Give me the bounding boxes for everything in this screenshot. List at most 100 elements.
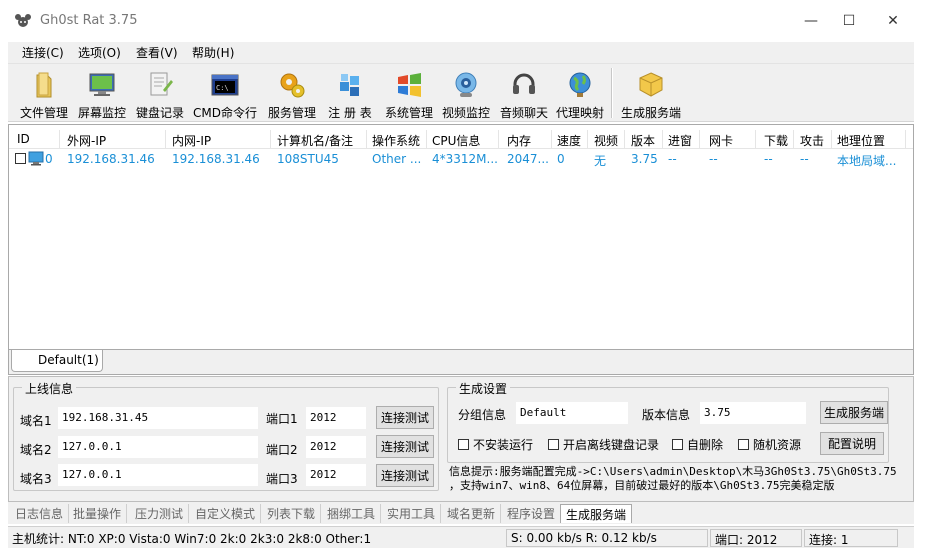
proxy-map-button[interactable]: 代理映射 xyxy=(552,68,608,120)
build-server-button[interactable]: 生成服务端 xyxy=(618,68,684,120)
column-header[interactable]: 操作系统 xyxy=(372,132,420,149)
menu-options[interactable]: 选项(O) xyxy=(78,44,121,61)
column-divider[interactable] xyxy=(624,130,625,148)
column-divider[interactable] xyxy=(165,130,166,148)
menu-connect[interactable]: 连接(C) xyxy=(22,44,64,61)
webcam-icon xyxy=(455,72,477,97)
column-header[interactable]: 攻击 xyxy=(800,132,824,149)
build-settings-title: 生成设置 xyxy=(456,380,511,397)
tab-batch[interactable]: 批量操作 xyxy=(68,504,128,523)
toolbar-label: CMD命令行 xyxy=(193,106,257,120)
registry-button[interactable]: 注 册 表 xyxy=(322,68,378,120)
host-stats: 主机统计: NT:0 XP:0 Vista:0 Win7:0 2k:0 2k3:… xyxy=(12,532,372,546)
listen-port: 端口: 2012 xyxy=(710,529,802,547)
connection-count: 连接: 1 xyxy=(804,529,898,547)
domain3-label: 域名3 xyxy=(20,472,52,486)
column-header[interactable]: 版本 xyxy=(631,132,655,149)
column-divider[interactable] xyxy=(831,130,832,148)
port2-input[interactable]: 2012 xyxy=(306,436,366,458)
tab-list-download[interactable]: 列表下载 xyxy=(262,504,322,523)
keylogger-button[interactable]: 键盘记录 xyxy=(132,68,188,120)
cell-cpu: 4*3312M... xyxy=(432,152,498,166)
column-header[interactable]: 内存 xyxy=(507,132,531,149)
tab-domain-update[interactable]: 域名更新 xyxy=(442,504,502,523)
registry-icon xyxy=(340,74,359,96)
column-divider[interactable] xyxy=(270,130,271,148)
build-server-action-button[interactable]: 生成服务端 xyxy=(820,401,888,424)
column-header[interactable]: 地理位置 xyxy=(837,132,885,149)
column-divider[interactable] xyxy=(366,130,367,148)
svg-text:C:\: C:\ xyxy=(216,84,229,92)
port1-input[interactable]: 2012 xyxy=(306,407,366,429)
column-divider[interactable] xyxy=(587,130,588,148)
group-info-input[interactable]: Default xyxy=(516,402,628,424)
column-divider[interactable] xyxy=(498,130,499,148)
column-divider[interactable] xyxy=(793,130,794,148)
column-header[interactable]: 计算机名/备注 xyxy=(277,132,353,149)
tab-stress-test[interactable]: 压力测试 xyxy=(130,504,190,523)
no-install-checkbox[interactable]: 不安装运行 xyxy=(458,436,533,453)
column-header[interactable]: ID xyxy=(17,132,30,146)
tab-utilities[interactable]: 实用工具 xyxy=(382,504,442,523)
domain1-input[interactable]: 192.168.31.45 xyxy=(58,407,258,429)
column-header[interactable]: 内网-IP xyxy=(172,132,211,149)
toolbar-separator xyxy=(611,68,613,118)
system-manager-button[interactable]: 系统管理 xyxy=(378,68,440,120)
service-manager-button[interactable]: 服务管理 xyxy=(264,68,320,120)
video-monitor-button[interactable]: 视频监控 xyxy=(438,68,494,120)
column-divider[interactable] xyxy=(755,130,756,148)
column-divider[interactable] xyxy=(551,130,552,148)
toolbar-label: 生成服务端 xyxy=(620,106,681,120)
tab-program-settings[interactable]: 程序设置 xyxy=(502,504,562,523)
domain3-input[interactable]: 127.0.0.1 xyxy=(58,464,258,486)
tab-log[interactable]: 日志信息 xyxy=(10,504,70,523)
cmd-button[interactable]: C:\ CMD命令行 xyxy=(192,68,258,120)
group-info-label: 分组信息 xyxy=(458,408,507,422)
table-row[interactable]: 0 192.168.31.46 192.168.31.46 108STU45 O… xyxy=(13,150,911,168)
cell-nic: -- xyxy=(709,152,718,166)
offline-keylog-checkbox[interactable]: 开启离线键盘记录 xyxy=(548,436,659,453)
column-header[interactable]: 速度 xyxy=(557,132,581,149)
self-delete-checkbox[interactable]: 自删除 xyxy=(672,436,723,453)
port3-input[interactable]: 2012 xyxy=(306,464,366,486)
screen-monitor-button[interactable]: 屏幕监控 xyxy=(74,68,130,120)
info-message-line-1: 信息提示:服务端配置完成->C:\Users\admin\Desktop\木马3… xyxy=(449,465,897,478)
column-divider[interactable] xyxy=(662,130,663,148)
tab-bundle-tool[interactable]: 捆绑工具 xyxy=(322,504,382,523)
column-divider[interactable] xyxy=(699,130,700,148)
toolbar-label: 屏幕监控 xyxy=(77,106,126,120)
domain2-input[interactable]: 127.0.0.1 xyxy=(58,436,258,458)
row-checkbox[interactable] xyxy=(15,153,26,164)
test-connection-button-3[interactable]: 连接测试 xyxy=(376,464,434,487)
random-resource-checkbox[interactable]: 随机资源 xyxy=(738,436,801,453)
config-help-button[interactable]: 配置说明 xyxy=(820,432,884,455)
tab-build-server[interactable]: 生成服务端 xyxy=(560,504,633,523)
windows-icon xyxy=(398,73,421,97)
maximize-button[interactable]: ☐ xyxy=(826,0,872,42)
column-divider[interactable] xyxy=(426,130,427,148)
column-header[interactable]: CPU信息 xyxy=(432,132,480,149)
close-button[interactable]: ✕ xyxy=(870,0,916,42)
tab-custom-mode[interactable]: 自定义模式 xyxy=(190,504,262,523)
column-header[interactable]: 外网-IP xyxy=(67,132,106,149)
column-header[interactable]: 进窗 xyxy=(668,132,692,149)
cell-id: 0 xyxy=(45,152,53,166)
tab-default-group[interactable]: Default(1) xyxy=(11,350,103,372)
test-connection-button-1[interactable]: 连接测试 xyxy=(376,406,434,429)
column-header[interactable]: 网卡 xyxy=(709,132,733,149)
column-divider[interactable] xyxy=(905,130,906,148)
settings-panel: 上线信息 域名1 192.168.31.45 端口1 2012 连接测试 域名2… xyxy=(8,376,914,502)
test-connection-button-2[interactable]: 连接测试 xyxy=(376,435,434,458)
host-list[interactable]: ID 外网-IP 内网-IP 计算机名/备注 操作系统 CPU信息 内存 速度 … xyxy=(8,124,914,350)
file-manager-button[interactable]: 文件管理 xyxy=(16,68,72,120)
column-header[interactable]: 视频 xyxy=(594,132,618,149)
version-info-input[interactable]: 3.75 xyxy=(700,402,806,424)
menu-view[interactable]: 查看(V) xyxy=(136,44,178,61)
column-header[interactable]: 下载 xyxy=(764,132,788,149)
column-divider[interactable] xyxy=(59,130,60,148)
menu-help[interactable]: 帮助(H) xyxy=(192,44,234,61)
cell-location: 本地局域... xyxy=(837,154,897,168)
audio-chat-button[interactable]: 音频聊天 xyxy=(496,68,552,120)
transfer-speed: S: 0.00 kb/s R: 0.12 kb/s xyxy=(506,529,708,547)
version-info-label: 版本信息 xyxy=(642,408,691,422)
